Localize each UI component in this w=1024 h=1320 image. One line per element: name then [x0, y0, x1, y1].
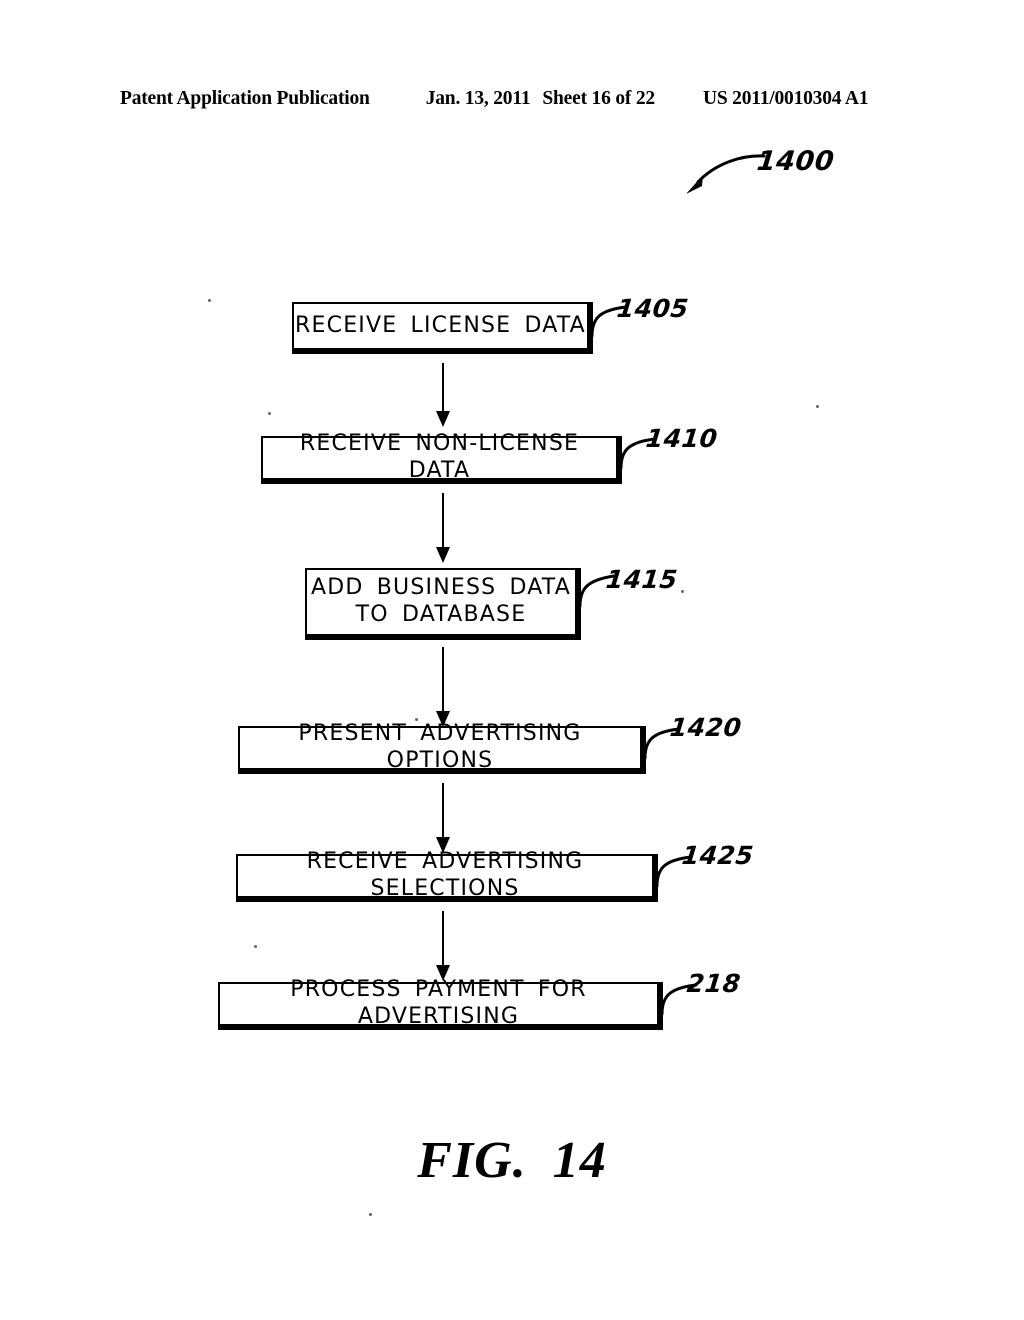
flow-step-box-1410[interactable]: RECEIVE NON-LICENSE DATA: [261, 431, 622, 484]
flow-step-box-218[interactable]: PROCESS PAYMENT FOR ADVERTISING: [218, 977, 663, 1030]
scan-speck: [208, 299, 211, 302]
ref-number-1415: 1415: [604, 565, 680, 594]
scan-speck: [681, 590, 684, 593]
diagram-ref-number: 1400: [755, 146, 836, 177]
diagram-ref-leader-arrow: [676, 150, 766, 200]
flow-step-box-1415[interactable]: ADD BUSINESS DATA TO DATABASE: [305, 568, 581, 640]
flow-step-label: RECEIVE ADVERTISING SELECTIONS: [306, 849, 584, 901]
connector-1425-to-218: [442, 911, 444, 979]
scan-speck: [369, 1213, 372, 1216]
flow-step-box-1425[interactable]: RECEIVE ADVERTISING SELECTIONS: [236, 849, 658, 902]
scan-speck: [268, 412, 271, 415]
flow-step-label: RECEIVE NON-LICENSE DATA: [299, 431, 580, 483]
ref-number-1425: 1425: [680, 841, 756, 870]
flow-step-label: RECEIVE LICENSE DATA: [295, 312, 586, 338]
flowchart-figure: 1400 RECEIVE LICENSE DATA 1405 RECEIVE N…: [0, 0, 1024, 1320]
connector-1420-to-1425: [442, 783, 444, 851]
ref-number-218: 218: [685, 969, 743, 998]
scan-speck: [816, 405, 819, 408]
flow-step-label: PROCESS PAYMENT FOR ADVERTISING: [290, 977, 587, 1029]
flow-step-label: ADD BUSINESS DATA TO DATABASE: [311, 575, 571, 627]
flow-step-box-1405[interactable]: RECEIVE LICENSE DATA: [292, 302, 593, 354]
scan-speck: [254, 945, 257, 948]
ref-number-1420: 1420: [668, 713, 744, 742]
connector-1415-to-1420: [442, 647, 444, 725]
figure-caption-number: 14: [552, 1132, 607, 1189]
connector-1410-to-1415: [442, 493, 444, 561]
flow-step-box-1420[interactable]: PRESENT ADVERTISING OPTIONS: [238, 721, 646, 774]
connector-1405-to-1410: [442, 363, 444, 425]
flow-step-label: PRESENT ADVERTISING OPTIONS: [298, 721, 582, 773]
figure-caption: FIG. 14: [0, 1131, 1024, 1190]
ref-number-1410: 1410: [644, 424, 720, 453]
ref-number-1405: 1405: [615, 294, 691, 323]
figure-caption-word: FIG.: [417, 1132, 527, 1189]
